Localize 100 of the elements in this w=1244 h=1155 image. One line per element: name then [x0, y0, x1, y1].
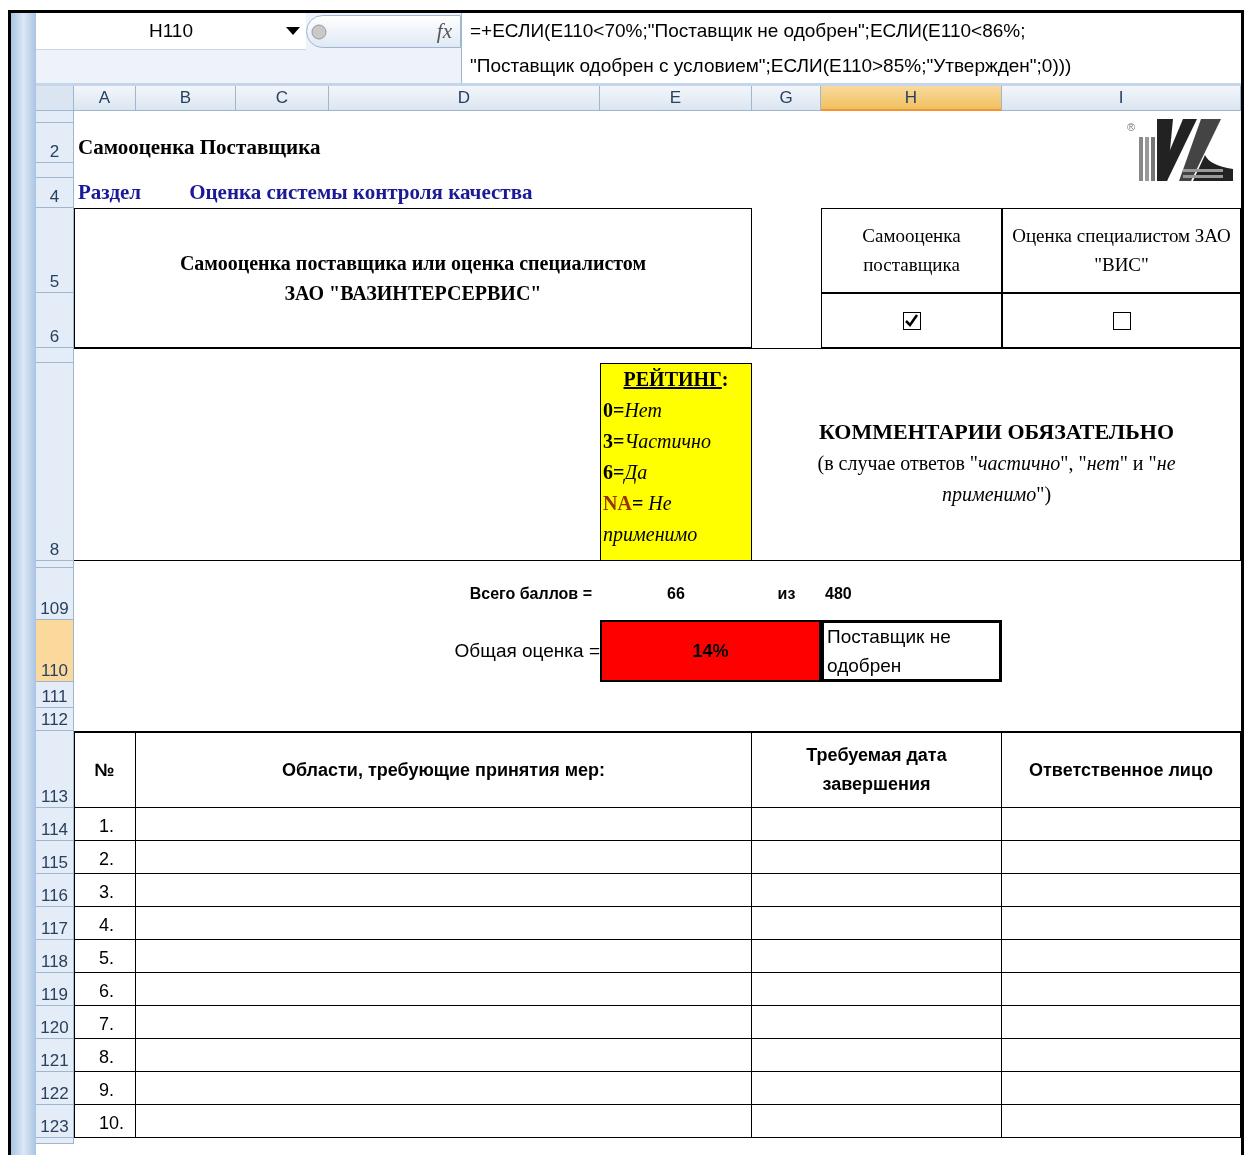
rating-line: NA= Не применимо — [603, 491, 699, 548]
formula-text[interactable]: =+ЕСЛИ(E110<70%;"Поставщик не одобрен";ЕСЛИ(E110<86%; — [461, 13, 1241, 50]
totals-label: Всего баллов = — [469, 584, 592, 604]
column-heading: Области, требующие принятия мер: — [136, 731, 752, 808]
overall-score: 14% — [600, 620, 821, 682]
row-header[interactable]: 117 — [36, 907, 74, 940]
table-cell[interactable] — [752, 808, 1002, 841]
table-cell[interactable] — [136, 874, 752, 907]
row-header[interactable]: 5 — [36, 208, 74, 293]
assessor-heading: Самооценка поставщика или оценка специалистом ЗАО "ВАЗИНТЕРСЕРВИС" — [74, 208, 752, 348]
column-header[interactable]: A — [74, 86, 136, 111]
table-cell[interactable] — [1002, 1039, 1241, 1072]
cell-reference: H110 — [149, 18, 193, 43]
row-header[interactable]: 4 — [36, 178, 74, 208]
row-header[interactable]: 6 — [36, 293, 74, 348]
row-header[interactable]: 123 — [36, 1105, 74, 1138]
table-cell[interactable] — [752, 1105, 1002, 1138]
row-header[interactable]: 110 — [36, 620, 74, 682]
table-cell[interactable] — [752, 841, 1002, 874]
row-number: 10. — [74, 1105, 136, 1138]
column-heading: Требуемая дата завершения — [752, 731, 1002, 808]
section-name: Оценка системы контроля качества — [189, 178, 533, 206]
column-header[interactable]: I — [1002, 86, 1241, 111]
table-cell[interactable] — [1002, 1006, 1241, 1039]
row-number: 7. — [74, 1006, 136, 1039]
verdict-cell[interactable]: Поставщик не одобрен — [821, 620, 1002, 682]
rating-title: РЕЙТИНГ: — [622, 367, 730, 392]
row-header[interactable]: 111 — [36, 682, 74, 708]
table-cell[interactable] — [1002, 1072, 1241, 1105]
row-number: 6. — [74, 973, 136, 1006]
row-header[interactable]: 120 — [36, 1006, 74, 1039]
rating-line: 0=Нет — [603, 398, 663, 423]
column-header[interactable]: H — [821, 86, 1002, 111]
checkbox[interactable] — [902, 311, 921, 330]
table-cell[interactable] — [1002, 808, 1241, 841]
table-cell[interactable] — [752, 1039, 1002, 1072]
table-cell[interactable] — [136, 940, 752, 973]
column-heading: Ответственное лицо — [1002, 731, 1241, 808]
table-cell[interactable] — [752, 973, 1002, 1006]
comments-title: КОММЕНТАРИИ ОБЯЗАТЕЛЬНО — [818, 417, 1175, 446]
row-header[interactable]: 118 — [36, 940, 74, 973]
option-label: Оценка специалистом ЗАО "ВИС" — [1002, 208, 1241, 293]
option-label: Самооценка поставщика — [821, 208, 1002, 293]
table-cell[interactable] — [1002, 1105, 1241, 1138]
table-cell[interactable] — [752, 874, 1002, 907]
table-cell[interactable] — [136, 808, 752, 841]
row-header[interactable]: 115 — [36, 841, 74, 874]
row-number: 9. — [74, 1072, 136, 1105]
row-header[interactable]: 8 — [36, 363, 74, 561]
row-header[interactable]: 113 — [36, 731, 74, 808]
table-cell[interactable] — [136, 1105, 752, 1138]
checkbox[interactable] — [1112, 311, 1131, 330]
table-cell[interactable] — [1002, 940, 1241, 973]
column-header[interactable]: C — [236, 86, 329, 111]
table-cell[interactable] — [136, 1072, 752, 1105]
row-number: 3. — [74, 874, 136, 907]
row-number: 2. — [74, 841, 136, 874]
table-cell[interactable] — [752, 1072, 1002, 1105]
table-cell[interactable] — [1002, 841, 1241, 874]
score-value: 66 — [667, 584, 685, 604]
sheet-title: Самооценка Поставщика — [77, 133, 322, 161]
name-box[interactable]: H110 — [36, 13, 306, 50]
overall-label: Общая оценка = — [454, 638, 600, 663]
table-cell[interactable] — [136, 1006, 752, 1039]
caret-icon[interactable] — [286, 27, 300, 35]
column-header[interactable]: E — [600, 86, 752, 111]
row-header[interactable]: 122 — [36, 1072, 74, 1105]
row-number: 1. — [74, 808, 136, 841]
table-cell[interactable] — [752, 1006, 1002, 1039]
row-number: 5. — [74, 940, 136, 973]
row-header[interactable]: 112 — [36, 708, 74, 731]
row-header[interactable]: 114 — [36, 808, 74, 841]
max-value: 480 — [825, 584, 852, 604]
table-cell[interactable] — [752, 940, 1002, 973]
table-cell[interactable] — [752, 907, 1002, 940]
row-header[interactable]: 2 — [36, 123, 74, 163]
table-cell[interactable] — [1002, 874, 1241, 907]
of-label: из — [777, 584, 796, 604]
formula-text[interactable]: "Поставщик одобрен с условием";ЕСЛИ(E110>85%;"Утвержден";0))) — [461, 50, 1241, 83]
row-number: 4. — [74, 907, 136, 940]
table-cell[interactable] — [136, 841, 752, 874]
table-cell[interactable] — [1002, 973, 1241, 1006]
row-header[interactable]: 116 — [36, 874, 74, 907]
table-cell[interactable] — [136, 973, 752, 1006]
comments-note: (в случае ответов "частично", "нет" и "не применимо") — [816, 450, 1177, 508]
registered-mark: ® — [1126, 120, 1135, 135]
row-header[interactable]: 119 — [36, 973, 74, 1006]
table-cell[interactable] — [136, 1039, 752, 1072]
column-header[interactable]: B — [136, 86, 236, 111]
rating-line: 6=Да — [603, 460, 649, 486]
column-header[interactable]: G — [752, 86, 821, 111]
row-header[interactable]: 109 — [36, 568, 74, 620]
column-heading: № — [74, 731, 136, 808]
column-header[interactable]: D — [329, 86, 600, 111]
table-cell[interactable] — [1002, 907, 1241, 940]
row-header[interactable]: 121 — [36, 1039, 74, 1072]
insert-function-button[interactable]: fx — [436, 15, 452, 48]
row-number: 8. — [74, 1039, 136, 1072]
section-label: Раздел — [78, 178, 142, 206]
table-cell[interactable] — [136, 907, 752, 940]
